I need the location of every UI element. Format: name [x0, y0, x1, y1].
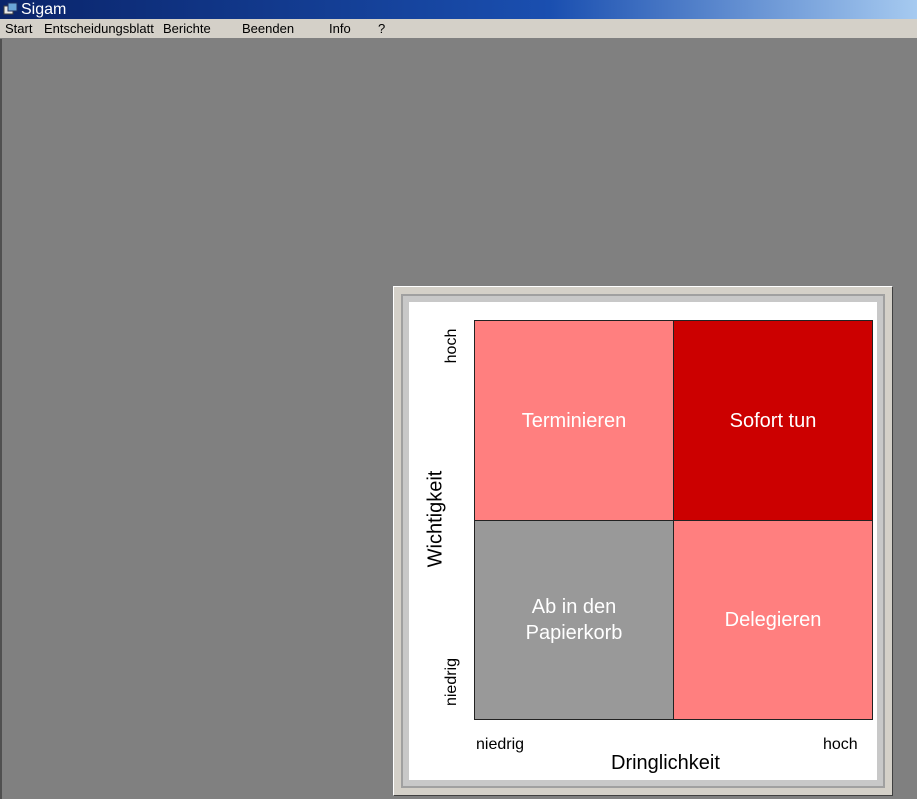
priority-matrix-panel: Terminieren Sofort tun Ab in den Papierk… — [393, 286, 893, 796]
quadrant-terminieren-label: Terminieren — [521, 409, 627, 432]
y-axis-label: Wichtigkeit — [424, 470, 447, 568]
y-axis-low-label: niedrig — [443, 657, 460, 707]
menu-start[interactable]: Start — [5, 19, 32, 38]
panel-frame: Terminieren Sofort tun Ab in den Papierk… — [401, 294, 885, 788]
menu-info[interactable]: Info — [329, 19, 351, 38]
x-axis-label: Dringlichkeit — [611, 752, 720, 774]
x-axis-low-label: niedrig — [476, 736, 525, 753]
menu-bar: Start Entscheidungsblatt Berichte Beende… — [0, 19, 917, 39]
quadrant-delegieren-label: Delegieren — [724, 609, 822, 631]
quadrant-delegieren[interactable]: Delegieren — [673, 520, 873, 720]
quadrant-papierkorb[interactable]: Ab in den Papierkorb — [474, 520, 674, 720]
menu-entscheidungsblatt[interactable]: Entscheidungsblatt — [44, 19, 154, 38]
matrix-canvas: Terminieren Sofort tun Ab in den Papierk… — [409, 302, 877, 780]
menu-beenden[interactable]: Beenden — [242, 19, 294, 38]
app-icon — [3, 2, 18, 15]
quadrant-terminieren[interactable]: Terminieren — [474, 320, 674, 521]
window-title: Sigam — [21, 1, 67, 18]
menu-help[interactable]: ? — [378, 19, 385, 38]
quadrant-sofort-tun-label: Sofort tun — [729, 409, 817, 432]
menu-berichte[interactable]: Berichte — [163, 19, 211, 38]
quadrant-sofort-tun[interactable]: Sofort tun — [673, 320, 873, 521]
quadrant-papierkorb-label: Ab in den Papierkorb — [525, 596, 623, 644]
y-axis-high-label: hoch — [443, 328, 460, 364]
title-bar: Sigam — [0, 0, 917, 19]
x-axis-high-label: hoch — [823, 736, 858, 753]
